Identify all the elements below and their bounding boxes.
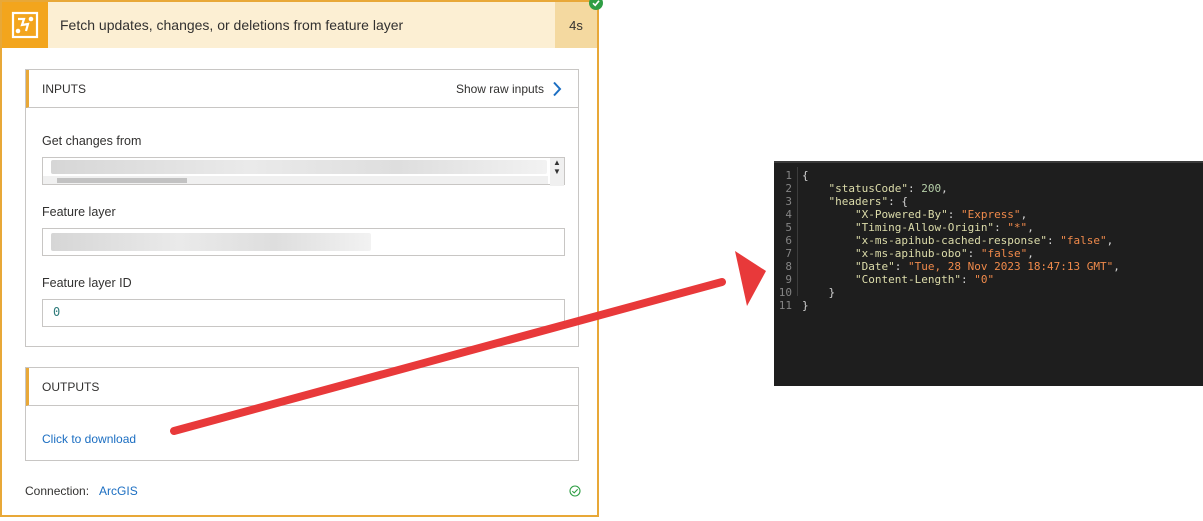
code-line: "x-ms-apihub-obo": "false", xyxy=(854,247,1034,260)
line-number: 9 xyxy=(785,273,792,286)
field-label-feature-layer-id: Feature layer ID xyxy=(42,276,132,290)
show-raw-inputs-link[interactable]: Show raw inputs xyxy=(456,70,562,108)
action-title: Fetch updates, changes, or deletions fro… xyxy=(60,17,404,33)
code-line: } xyxy=(802,299,809,312)
redacted-value xyxy=(51,233,371,251)
line-number: 10 xyxy=(778,286,792,299)
line-number: 1 xyxy=(785,169,792,182)
connection-name-link[interactable]: ArcGIS xyxy=(99,484,138,498)
outputs-header: OUTPUTS xyxy=(26,368,578,406)
gutter-divider xyxy=(797,167,798,296)
feature-layer-id-value: 0 xyxy=(53,305,61,319)
code-line: "Date": "Tue, 28 Nov 2023 18:47:13 GMT", xyxy=(854,260,1120,273)
code-line: "X-Powered-By": "Express", xyxy=(854,208,1028,221)
show-raw-inputs-label: Show raw inputs xyxy=(455,82,544,96)
action-card: Fetch updates, changes, or deletions fro… xyxy=(0,0,603,517)
line-number: 7 xyxy=(785,247,792,260)
action-duration: 4s xyxy=(555,2,597,48)
feature-layer-field[interactable] xyxy=(42,228,565,256)
connection-info: Connection: ArcGIS xyxy=(25,484,138,498)
feature-layer-id-field[interactable]: 0 xyxy=(42,299,565,327)
arcgis-connector-icon xyxy=(2,2,48,48)
outputs-section: OUTPUTS Click to download xyxy=(25,367,579,461)
scrollbar-thumb[interactable] xyxy=(57,178,187,183)
redacted-value xyxy=(51,160,547,174)
line-number: 5 xyxy=(785,221,792,234)
line-number: 2 xyxy=(785,182,792,195)
code-line: "headers": { xyxy=(828,195,908,208)
connection-label: Connection: xyxy=(25,484,90,498)
code-line: } xyxy=(802,286,836,299)
horizontal-scrollbar[interactable] xyxy=(43,176,548,184)
code-line: "statusCode": 200, xyxy=(828,182,948,195)
code-line: { xyxy=(802,169,809,182)
chevron-right-icon xyxy=(553,81,562,97)
code-line: "Timing-Allow-Origin": "*", xyxy=(854,221,1034,234)
field-label-feature-layer: Feature layer xyxy=(42,205,116,219)
action-header[interactable]: Fetch updates, changes, or deletions fro… xyxy=(2,2,597,48)
code-line: "x-ms-apihub-cached-response": "false", xyxy=(854,234,1114,247)
line-number: 4 xyxy=(785,208,792,221)
vertical-scrollbar[interactable]: ▲ ▼ xyxy=(550,158,564,186)
line-number: 6 xyxy=(785,234,792,247)
line-number: 8 xyxy=(785,260,792,273)
connection-ok-icon xyxy=(569,485,581,497)
line-number: 3 xyxy=(785,195,792,208)
raw-output-code-panel: 1 2 3 4 5 6 7 8 9 10 11 { "statusCode": … xyxy=(774,161,1203,386)
inputs-section: INPUTS Show raw inputs Get changes from … xyxy=(25,69,579,347)
get-changes-from-field[interactable]: ▲ ▼ xyxy=(42,157,565,186)
line-number: 11 xyxy=(778,299,792,312)
inputs-heading: INPUTS xyxy=(42,81,87,96)
code-line: "Content-Length": "0" xyxy=(854,273,995,286)
outputs-heading: OUTPUTS xyxy=(42,379,100,394)
inputs-header: INPUTS Show raw inputs xyxy=(26,70,578,108)
click-to-download-link[interactable]: Click to download xyxy=(42,432,136,446)
success-check-icon xyxy=(589,0,603,10)
field-label-get-changes-from: Get changes from xyxy=(42,134,142,148)
